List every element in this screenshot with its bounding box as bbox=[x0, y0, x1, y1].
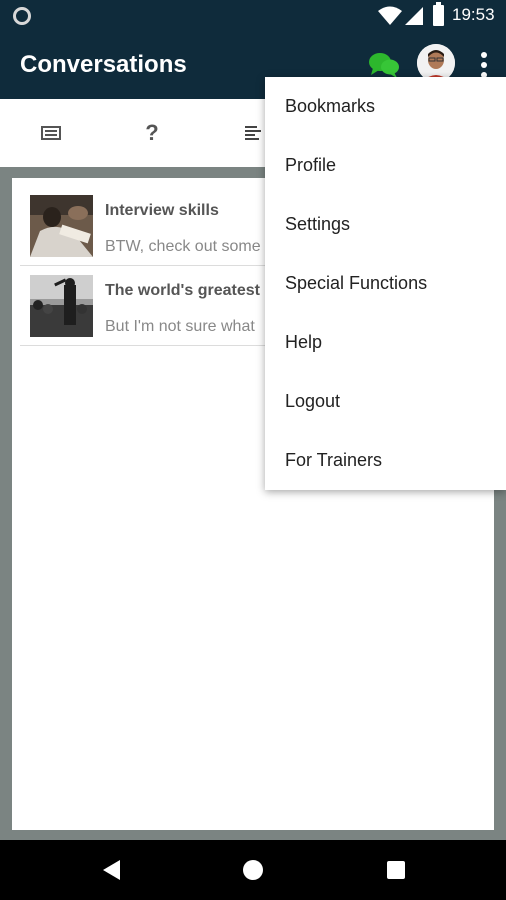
chat-bubbles-icon[interactable] bbox=[368, 51, 400, 79]
system-nav-bar bbox=[0, 840, 506, 900]
status-time: 19:53 bbox=[452, 5, 495, 24]
menu-item-settings[interactable]: Settings bbox=[265, 195, 506, 254]
help-question-icon: ? bbox=[145, 120, 159, 145]
menu-item-logout[interactable]: Logout bbox=[265, 372, 506, 431]
conversation-title: The world's greatest bbox=[105, 282, 260, 299]
page-title: Conversations bbox=[20, 51, 187, 78]
notification-circle-icon bbox=[13, 7, 31, 25]
menu-item-profile[interactable]: Profile bbox=[265, 136, 506, 195]
list-card-icon bbox=[41, 126, 61, 140]
conversation-preview: But I'm not sure what bbox=[105, 318, 255, 335]
sort-lines-icon bbox=[245, 126, 261, 140]
home-circle-icon[interactable] bbox=[243, 860, 263, 880]
status-bar: 19:53 bbox=[0, 0, 506, 31]
tab-help[interactable]: ? bbox=[102, 99, 202, 167]
conversation-thumbnail bbox=[30, 275, 93, 337]
recents-square-icon[interactable] bbox=[387, 861, 405, 879]
conversation-thumbnail bbox=[30, 195, 93, 257]
cell-signal-icon bbox=[405, 7, 423, 25]
wifi-icon bbox=[378, 6, 402, 25]
menu-item-for-trainers[interactable]: For Trainers bbox=[265, 431, 506, 490]
overflow-menu: Bookmarks Profile Settings Special Funct… bbox=[265, 77, 506, 490]
conversation-title: Interview skills bbox=[105, 202, 219, 219]
battery-icon bbox=[433, 2, 444, 26]
conversation-preview: BTW, check out some bbox=[105, 238, 261, 255]
tab-list[interactable] bbox=[1, 99, 101, 167]
menu-item-bookmarks[interactable]: Bookmarks bbox=[265, 77, 506, 136]
back-triangle-icon[interactable] bbox=[103, 860, 121, 880]
menu-item-special-functions[interactable]: Special Functions bbox=[265, 254, 506, 313]
menu-item-help[interactable]: Help bbox=[265, 313, 506, 372]
